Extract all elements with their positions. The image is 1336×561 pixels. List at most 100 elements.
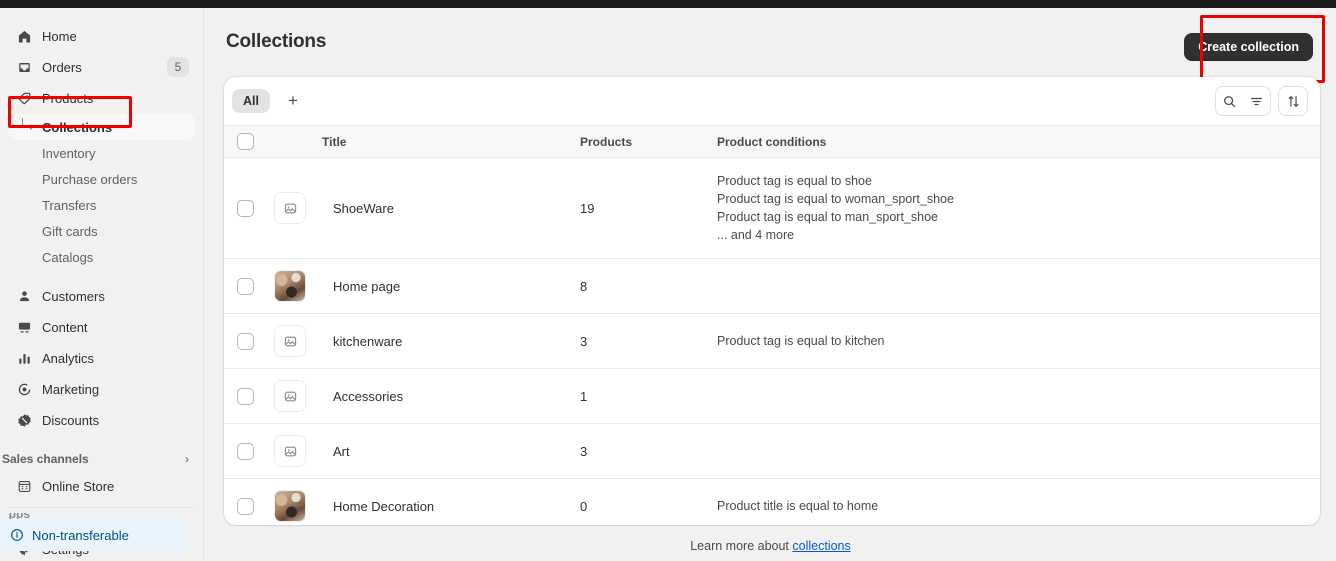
- row-title[interactable]: Art: [322, 423, 580, 479]
- sidebar-item-label: Orders: [42, 59, 82, 75]
- row-product-conditions: Product tag is equal to shoe Product tag …: [717, 157, 1320, 259]
- sidebar-item-discounts[interactable]: Discounts: [8, 406, 195, 434]
- sidebar-item-label: Gift cards: [42, 223, 98, 239]
- products-tag-icon: [14, 88, 34, 108]
- conditions-header: Product conditions: [717, 125, 1320, 158]
- sidebar-item-marketing[interactable]: Marketing: [8, 375, 195, 403]
- sidebar-item-analytics[interactable]: Analytics: [8, 344, 195, 372]
- row-select-cell: [224, 157, 274, 259]
- footer-learn-more: Learn more about collections: [205, 539, 1336, 553]
- collection-thumbnail: [274, 325, 306, 357]
- sidebar-item-label: Inventory: [42, 145, 96, 161]
- sidebar-item-purchase-orders[interactable]: Purchase orders: [8, 166, 195, 192]
- search-filter-group: [1215, 86, 1271, 116]
- sidebar-item-products[interactable]: Products: [8, 84, 195, 112]
- table-row[interactable]: kitchenware 3 Product tag is equal to ki…: [224, 313, 1320, 369]
- sidebar-item-label: Home: [42, 28, 77, 44]
- sidebar-item-inventory[interactable]: Inventory: [8, 140, 195, 166]
- row-checkbox[interactable]: [237, 497, 254, 515]
- row-products-count: 19: [580, 157, 717, 259]
- shopify-admin-collections-page: Home Orders 5 Products Collections Inven…: [0, 0, 1336, 561]
- sidebar-item-online-store[interactable]: Online Store: [8, 472, 195, 500]
- sidebar-item-label: Discounts: [42, 412, 100, 428]
- row-thumbnail-cell: [274, 157, 322, 259]
- table-body: ShoeWare 19 Product tag is equal to shoe…: [224, 157, 1320, 525]
- sales-channels-header[interactable]: Sales channels ›: [2, 446, 195, 472]
- page-title: Collections: [226, 31, 327, 52]
- row-title[interactable]: Accessories: [322, 368, 580, 424]
- table-row[interactable]: Accessories 1: [224, 368, 1320, 424]
- row-select-cell: [224, 258, 274, 314]
- non-transferable-banner: Non-transferable: [0, 519, 186, 551]
- sidebar-item-orders[interactable]: Orders 5: [8, 53, 195, 81]
- row-products-count: 8: [580, 258, 717, 314]
- row-title[interactable]: Home Decoration: [322, 478, 580, 525]
- sidebar-item-collections[interactable]: Collections: [8, 114, 195, 140]
- collection-thumbnail: [274, 380, 306, 412]
- row-product-conditions: Product tag is equal to kitchen: [717, 313, 1320, 369]
- condition-line: ... and 4 more: [717, 228, 795, 242]
- row-title[interactable]: ShoeWare: [322, 157, 580, 259]
- search-icon[interactable]: [1216, 87, 1243, 115]
- orders-inbox-icon: [14, 57, 34, 77]
- add-view-button[interactable]: +: [280, 88, 306, 114]
- sidebar-item-label: Collections: [42, 119, 113, 135]
- sidebar-item-home[interactable]: Home: [8, 22, 195, 50]
- table-row[interactable]: Home Decoration 0 Product title is equal…: [224, 478, 1320, 525]
- condition-line: Product title is equal to home: [717, 499, 879, 513]
- collection-thumbnail: [274, 435, 306, 467]
- table-header-row: Title Products Product conditions: [224, 125, 1320, 158]
- row-checkbox[interactable]: [237, 442, 254, 460]
- sidebar-divider: [10, 507, 193, 508]
- sidebar-item-label: Marketing: [42, 381, 100, 397]
- main-content: Collections Create collection All + Titl…: [205, 8, 1336, 561]
- table-row[interactable]: Art 3: [224, 423, 1320, 479]
- chevron-right-icon: ›: [185, 452, 189, 466]
- footer-text: Learn more about: [690, 539, 793, 553]
- row-product-conditions: [717, 423, 1320, 479]
- tab-all[interactable]: All: [232, 89, 270, 113]
- table-row[interactable]: Home page 8: [224, 258, 1320, 314]
- sidebar-item-label: Purchase orders: [42, 171, 138, 187]
- sidebar-item-catalogs[interactable]: Catalogs: [8, 244, 195, 270]
- sidebar-item-customers[interactable]: Customers: [8, 282, 195, 310]
- condition-line: Product tag is equal to shoe: [717, 174, 872, 188]
- row-product-conditions: [717, 368, 1320, 424]
- sidebar-item-label: Transfers: [42, 197, 97, 213]
- sidebar-item-transfers[interactable]: Transfers: [8, 192, 195, 218]
- products-header: Products: [580, 125, 717, 158]
- row-checkbox[interactable]: [237, 199, 254, 217]
- sidebar-item-content[interactable]: Content: [8, 313, 195, 341]
- collections-help-link[interactable]: collections: [792, 539, 850, 553]
- subnav-arrow-icon: [22, 118, 34, 130]
- condition-line: Product tag is equal to kitchen: [717, 334, 885, 348]
- table-head: Title Products Product conditions: [224, 125, 1320, 158]
- sidebar-item-label: Catalogs: [42, 249, 94, 265]
- row-select-cell: [224, 313, 274, 369]
- row-select-cell: [224, 368, 274, 424]
- filter-lines-icon[interactable]: [1243, 87, 1270, 115]
- row-products-count: 1: [580, 368, 717, 424]
- select-all-checkbox[interactable]: [237, 133, 254, 150]
- sidebar-item-gift-cards[interactable]: Gift cards: [8, 218, 195, 244]
- row-checkbox[interactable]: [237, 277, 254, 295]
- condition-line: Product tag is equal to woman_sport_shoe: [717, 192, 954, 206]
- sort-updown-icon[interactable]: [1278, 86, 1308, 116]
- select-all-header: [224, 125, 274, 158]
- thumbnail-header: [274, 125, 322, 158]
- collections-toolbar: All +: [224, 77, 1320, 125]
- row-select-cell: [224, 478, 274, 525]
- collection-thumbnail: [274, 490, 306, 522]
- collection-thumbnail: [274, 192, 306, 224]
- customer-person-icon: [14, 286, 34, 306]
- info-circle-icon: [10, 528, 24, 542]
- sidebar: Home Orders 5 Products Collections Inven…: [0, 8, 204, 561]
- row-product-conditions: Product title is equal to home: [717, 478, 1320, 525]
- row-title[interactable]: kitchenware: [322, 313, 580, 369]
- row-checkbox[interactable]: [237, 387, 254, 405]
- row-product-conditions: [717, 258, 1320, 314]
- row-title[interactable]: Home page: [322, 258, 580, 314]
- create-collection-button[interactable]: Create collection: [1184, 33, 1313, 61]
- row-checkbox[interactable]: [237, 332, 254, 350]
- table-row[interactable]: ShoeWare 19 Product tag is equal to shoe…: [224, 157, 1320, 259]
